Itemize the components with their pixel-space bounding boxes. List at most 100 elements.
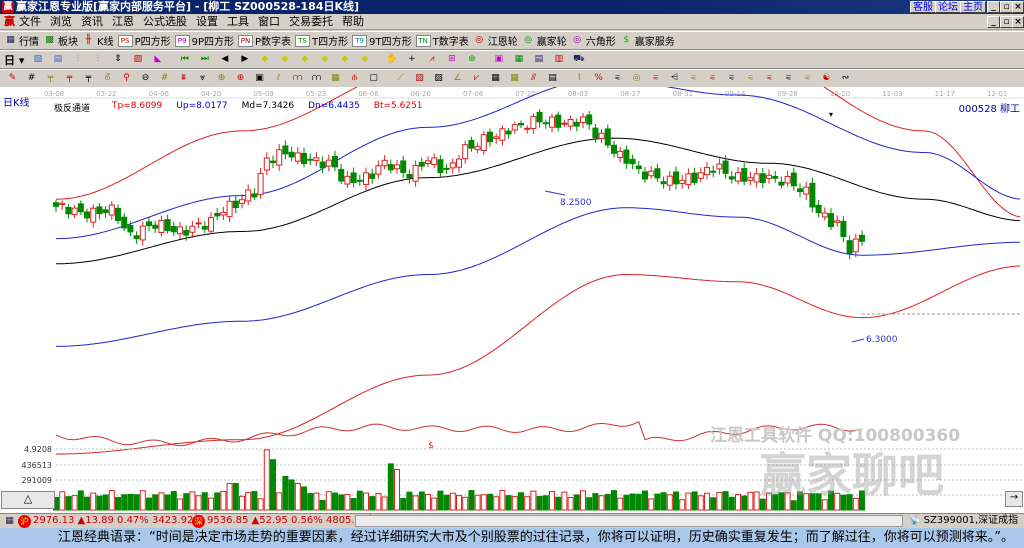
menu-item[interactable]: 工具 bbox=[227, 15, 249, 28]
menu-item[interactable]: 交易委托 bbox=[289, 15, 333, 28]
drawing-tool-icon[interactable]: ᘔ bbox=[101, 72, 114, 85]
chart-tool-icon[interactable]: ⊕ bbox=[465, 53, 478, 66]
drawing-tool-icon[interactable]: ⩳ bbox=[763, 72, 776, 85]
drawing-tool-icon[interactable]: ⩳ bbox=[611, 72, 624, 85]
drawing-tool-icon[interactable]: ∠ bbox=[451, 72, 464, 85]
toolbar-button[interactable]: ◎ 赢家轮 bbox=[522, 33, 566, 48]
close-icon[interactable]: × bbox=[1012, 1, 1024, 13]
chart-tool-icon[interactable]: ◀ bbox=[218, 53, 231, 66]
drawing-tool-icon[interactable]: ⩳ bbox=[706, 72, 719, 85]
toolbar-button[interactable]: TN T数字表 bbox=[415, 33, 469, 48]
scroll-right-button[interactable]: → bbox=[1005, 491, 1023, 507]
chart-tool-icon[interactable]: + bbox=[405, 53, 418, 66]
drawing-tool-icon[interactable]: ☯ bbox=[820, 72, 833, 85]
chart-tool-icon[interactable]: ◆ bbox=[298, 53, 311, 66]
chart-area[interactable]: 03-08 03-22 04-06 04-20 05-09 05-23 06-06 06-20… bbox=[0, 87, 1024, 513]
drawing-tool-icon[interactable]: ⩤ bbox=[668, 72, 681, 85]
chart-tool-icon[interactable]: ⛟ bbox=[572, 53, 585, 66]
menu-item[interactable]: 浏览 bbox=[50, 15, 72, 28]
drawing-tool-icon[interactable]: ⩋ bbox=[310, 72, 323, 85]
chart-tool-icon[interactable]: ▤ bbox=[51, 53, 64, 66]
toolbar-button[interactable]: T9 9T四方形 bbox=[352, 33, 412, 48]
chart-tool-icon[interactable]: ⊞ bbox=[445, 53, 458, 66]
drawing-tool-icon[interactable]: ⊕ bbox=[215, 72, 228, 85]
drawing-tool-icon[interactable]: ⩳ bbox=[744, 72, 757, 85]
drawing-tool-icon[interactable]: ∾ bbox=[839, 72, 852, 85]
chart-tool-icon[interactable]: ⇕ bbox=[111, 53, 124, 66]
menu-item[interactable]: 江恩 bbox=[112, 15, 134, 28]
drawing-tool-icon[interactable]: ⌇ bbox=[573, 72, 586, 85]
drawing-tool-icon[interactable]: ✎ bbox=[6, 72, 19, 85]
drawing-tool-icon[interactable]: ⫽ bbox=[272, 72, 285, 85]
forum-button[interactable]: 论坛 bbox=[935, 1, 961, 13]
chart-tool-icon[interactable]: ⫶ bbox=[71, 53, 84, 66]
drawing-tool-icon[interactable]: ╤ bbox=[82, 72, 95, 85]
drawing-tool-icon[interactable]: ⫻ bbox=[527, 72, 540, 85]
drawing-tool-icon[interactable]: ⩳ bbox=[725, 72, 738, 85]
chart-tool-icon[interactable]: ▧ bbox=[31, 53, 44, 66]
chart-tool-icon[interactable]: ⏮ bbox=[178, 53, 191, 66]
child-minimize-icon[interactable]: _ bbox=[987, 16, 1000, 28]
calculator-icon[interactable]: ▦ bbox=[3, 515, 16, 528]
drawing-tool-icon[interactable]: ⩳ bbox=[782, 72, 795, 85]
chart-tool-icon[interactable]: ◆ bbox=[338, 53, 351, 66]
toolbar-button[interactable]: ◎ 六角形 bbox=[571, 33, 615, 48]
drawing-tool-icon[interactable]: ▧ bbox=[413, 72, 426, 85]
drawing-tool-icon[interactable]: ▤ bbox=[546, 72, 559, 85]
chart-tool-icon[interactable]: ▤ bbox=[532, 53, 545, 66]
drawing-tool-icon[interactable]: ⚲ bbox=[120, 72, 133, 85]
drawing-tool-icon[interactable]: ⩗ bbox=[470, 72, 483, 85]
toolbar-button[interactable]: ╫ K线 bbox=[82, 33, 114, 48]
toolbar-button[interactable]: PS P四方形 bbox=[117, 33, 171, 48]
toolbar-button[interactable]: TS T四方形 bbox=[295, 33, 348, 48]
drawing-tool-icon[interactable]: ⩋ bbox=[291, 72, 304, 85]
drawing-tool-icon[interactable]: ⩳ bbox=[801, 72, 814, 85]
toolbar-button[interactable]: ▦ 行情 bbox=[4, 33, 39, 48]
toolbar-button[interactable]: P9 9P四方形 bbox=[174, 33, 234, 48]
minimize-icon[interactable]: _ bbox=[987, 1, 1000, 13]
drawing-tool-icon[interactable]: # bbox=[25, 72, 38, 85]
toolbar-button[interactable]: ▩ 板块 bbox=[43, 33, 78, 48]
menu-item[interactable]: 窗口 bbox=[258, 15, 280, 28]
chart-tool-icon[interactable]: ⏭ bbox=[198, 53, 211, 66]
menu-item[interactable]: 资讯 bbox=[81, 15, 103, 28]
chart-tool-icon[interactable]: ▶ bbox=[238, 53, 251, 66]
drawing-tool-icon[interactable]: ◎ bbox=[630, 72, 643, 85]
chart-tool-icon[interactable]: ⫶ bbox=[91, 53, 104, 66]
menu-item[interactable]: 帮助 bbox=[342, 15, 364, 28]
toolbar-button[interactable]: PN P数字表 bbox=[238, 33, 291, 48]
drawing-tool-icon[interactable]: ⫛ bbox=[348, 72, 361, 85]
drawing-tool-icon[interactable]: ▣ bbox=[253, 72, 266, 85]
menu-item[interactable]: 文件 bbox=[19, 15, 41, 28]
toolbar-button[interactable]: ◎ 江恩轮 bbox=[473, 33, 517, 48]
child-close-icon[interactable]: × bbox=[1012, 16, 1024, 28]
chart-tool-icon[interactable]: ⩘ bbox=[425, 53, 438, 66]
chart-tool-icon[interactable]: ✋ bbox=[385, 53, 398, 66]
chart-tool-icon[interactable]: ◆ bbox=[278, 53, 291, 66]
chart-tool-icon[interactable]: ◣ bbox=[151, 53, 164, 66]
drawing-tool-icon[interactable]: ▦ bbox=[489, 72, 502, 85]
drawing-tool-icon[interactable]: ╤ bbox=[44, 72, 57, 85]
drawing-tool-icon[interactable]: % bbox=[592, 72, 605, 85]
chart-tool-icon[interactable]: ▨ bbox=[131, 53, 144, 66]
drawing-tool-icon[interactable]: ▢ bbox=[367, 72, 380, 85]
drawing-tool-icon[interactable]: ▨ bbox=[432, 72, 445, 85]
menu-item[interactable]: 设置 bbox=[196, 15, 218, 28]
drawing-tool-icon[interactable]: ⊕ bbox=[234, 72, 247, 85]
chart-tool-icon[interactable]: ▥ bbox=[552, 53, 565, 66]
service-button[interactable]: 客服 bbox=[910, 1, 936, 13]
drawing-tool-icon[interactable]: ⩳ bbox=[687, 72, 700, 85]
drawing-tool-icon[interactable]: ⟋ bbox=[394, 72, 407, 85]
menu-item[interactable]: 公式选股 bbox=[143, 15, 187, 28]
chart-tool-icon[interactable]: ▦ bbox=[512, 53, 525, 66]
chart-tool-icon[interactable]: ◆ bbox=[258, 53, 271, 66]
horizontal-scrollbar[interactable] bbox=[355, 515, 903, 527]
home-button[interactable]: 主页 bbox=[960, 1, 986, 13]
drawing-tool-icon[interactable]: ⩔ bbox=[196, 72, 209, 85]
chart-tool-icon[interactable]: ◆ bbox=[318, 53, 331, 66]
toolbar-button[interactable]: $ 赢家服务 bbox=[620, 33, 674, 48]
drawing-tool-icon[interactable]: ▦ bbox=[329, 72, 342, 85]
drawing-tool-icon[interactable]: ⩳ bbox=[649, 72, 662, 85]
drawing-tool-icon[interactable]: ⩩ bbox=[177, 72, 190, 85]
drawing-tool-icon[interactable]: # bbox=[158, 72, 171, 85]
